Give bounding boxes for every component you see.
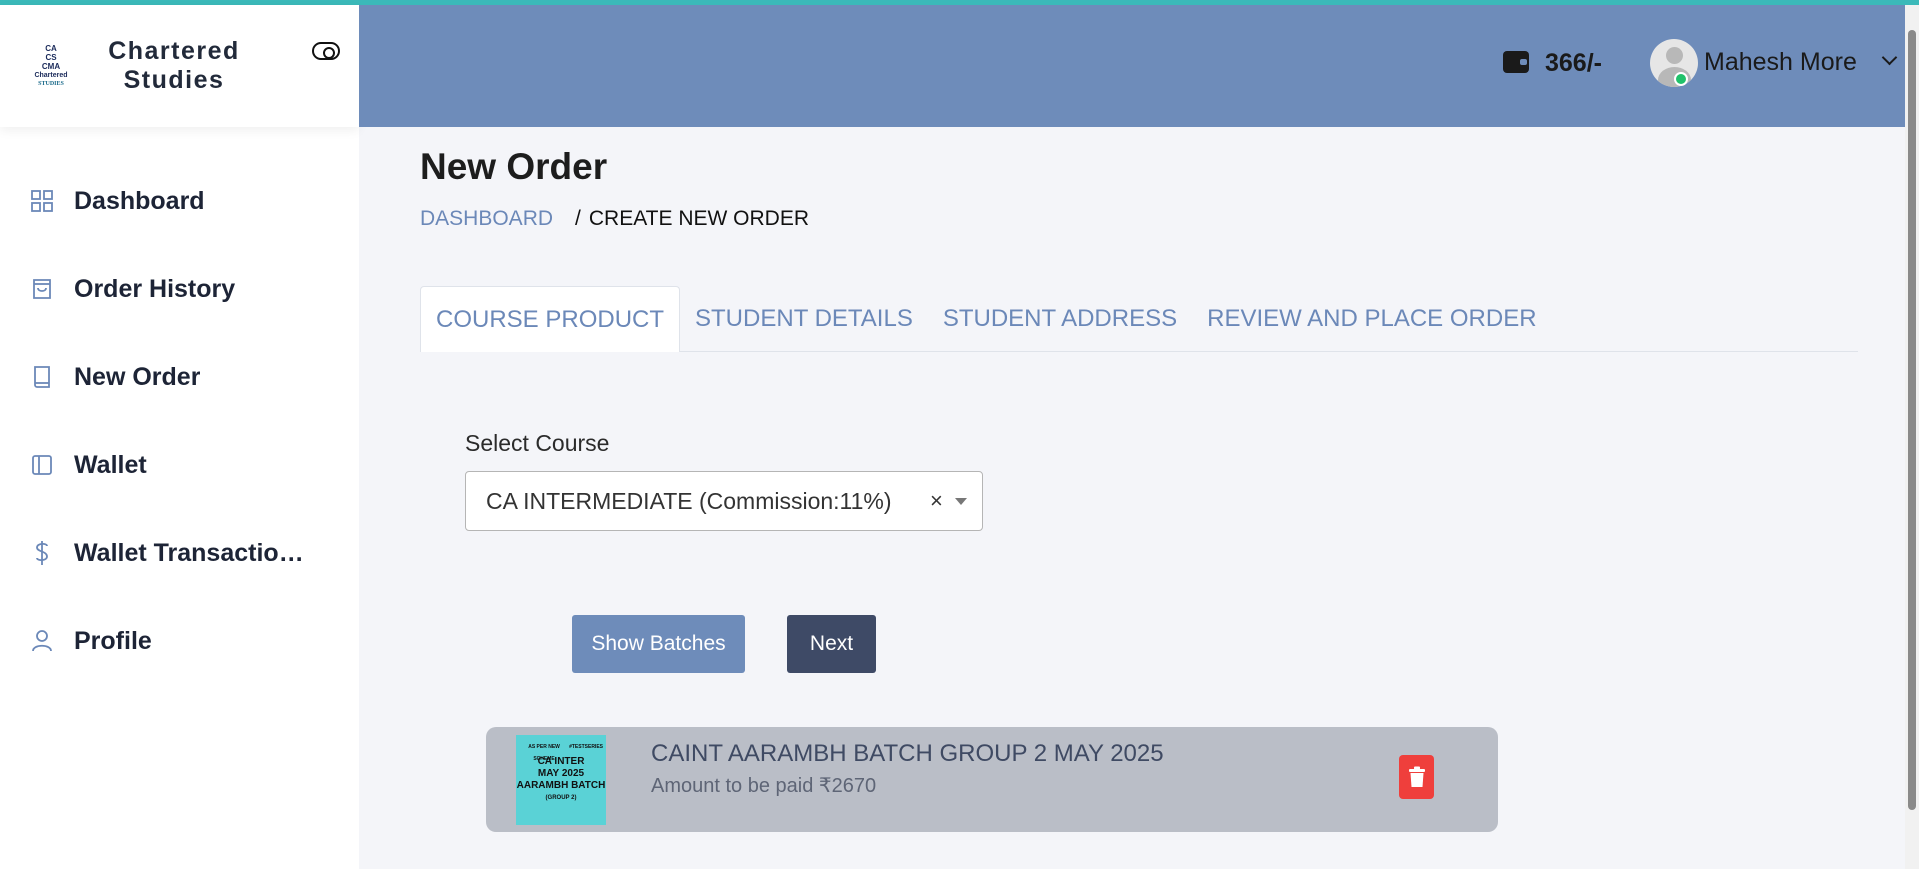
sidebar-item-wallet-transactions[interactable]: Wallet Transactions <box>0 509 359 597</box>
brand-name-line2: Studies <box>123 66 225 94</box>
logo-text-chartered: Chartered <box>34 71 68 79</box>
tab-student-details[interactable]: STUDENT DETAILS <box>680 286 928 352</box>
thumbnail-header-left: AS PER NEW SCHEME <box>528 744 560 762</box>
batch-title: CAINT AARAMBH BATCH GROUP 2 MAY 2025 <box>651 740 1164 767</box>
batch-thumbnail: AS PER NEW SCHEME #TESTSERIES CA INTER M… <box>516 735 606 825</box>
dropdown-arrow-icon[interactable] <box>955 498 967 505</box>
course-select-value: CA INTERMEDIATE (Commission:11%) <box>486 487 892 514</box>
logo-text-cma: CMA <box>41 61 61 71</box>
sidebar-item-dashboard[interactable]: Dashboard <box>0 157 359 245</box>
clear-selection-icon[interactable]: × <box>930 488 943 514</box>
brand: CA CS CMA Chartered STUDIES Chartered St… <box>0 5 359 127</box>
batch-amount: Amount to be paid ₹2670 <box>651 775 877 797</box>
next-button[interactable]: Next <box>787 615 876 673</box>
sidebar-item-label: Wallet Transactions <box>74 538 304 567</box>
tab-review-and-place-order[interactable]: REVIEW AND PLACE ORDER <box>1192 286 1551 352</box>
brand-name: Chartered Studies <box>94 37 254 95</box>
sidebar-item-label: Wallet <box>74 450 147 479</box>
scrollbar-thumb[interactable] <box>1908 30 1916 810</box>
sidebar-nav: Dashboard Order History New Order Wallet… <box>0 157 359 685</box>
breadcrumb-current: CREATE NEW ORDER <box>588 207 809 230</box>
brand-logo: CA CS CMA Chartered STUDIES <box>28 37 74 95</box>
sidebar: CA CS CMA Chartered STUDIES Chartered St… <box>0 5 359 869</box>
tab-course-product[interactable]: COURSE PRODUCT <box>420 286 681 352</box>
thumbnail-line: AARAMBH BATCH <box>516 780 606 791</box>
grid-icon <box>30 189 54 213</box>
sidebar-item-wallet[interactable]: Wallet <box>0 421 359 509</box>
avatar-head <box>1666 47 1683 64</box>
brand-name-line1: Chartered <box>108 37 240 65</box>
course-select[interactable]: CA INTERMEDIATE (Commission:11%) × <box>465 471 983 531</box>
breadcrumb-separator: / <box>575 207 581 230</box>
sidebar-item-profile[interactable]: Profile <box>0 597 359 685</box>
user-icon <box>30 629 54 653</box>
selected-batch-card: AS PER NEW SCHEME #TESTSERIES CA INTER M… <box>486 727 1498 832</box>
page-title: New Order <box>420 146 608 187</box>
batch-thumbnail-header: AS PER NEW SCHEME #TESTSERIES <box>519 741 603 765</box>
shopping-bag-icon <box>30 277 54 301</box>
sidebar-item-label: Profile <box>74 626 152 655</box>
book-icon <box>30 365 54 389</box>
wallet-balance: 366/- <box>1545 49 1602 77</box>
sidebar-item-label: New Order <box>74 362 201 391</box>
sidebar-panel-icon <box>30 453 54 477</box>
user-menu-name[interactable]: Mahesh More <box>1704 48 1857 77</box>
breadcrumb: DASHBOARD / CREATE NEW ORDER <box>420 207 809 231</box>
sidebar-toggle-icon[interactable] <box>312 42 340 60</box>
wallet-icon <box>1503 51 1529 73</box>
show-batches-button[interactable]: Show Batches <box>572 615 745 673</box>
select-course-label: Select Course <box>465 430 610 456</box>
trash-icon <box>1408 766 1425 787</box>
sidebar-item-label: Order History <box>74 274 236 303</box>
delete-batch-button[interactable] <box>1399 755 1434 799</box>
sidebar-item-new-order[interactable]: New Order <box>0 333 359 421</box>
logo-text-ca: CA <box>45 43 57 53</box>
tab-student-address[interactable]: STUDENT ADDRESS <box>928 286 1192 352</box>
breadcrumb-dashboard-link[interactable]: DASHBOARD <box>420 207 553 231</box>
thumbnail-line: MAY 2025 <box>537 768 585 779</box>
dollar-icon <box>30 541 54 565</box>
sidebar-item-order-history[interactable]: Order History <box>0 245 359 333</box>
thumbnail-header-right: #TESTSERIES <box>569 744 603 750</box>
thumbnail-line: (GROUP 2) <box>545 795 577 801</box>
logo-text-cs: CS <box>45 52 57 62</box>
online-status-dot <box>1674 72 1688 86</box>
sidebar-item-label: Dashboard <box>74 186 205 215</box>
logo-text-studies: STUDIES <box>38 80 64 87</box>
order-tabs: COURSE PRODUCT STUDENT DETAILS STUDENT A… <box>420 286 1858 352</box>
